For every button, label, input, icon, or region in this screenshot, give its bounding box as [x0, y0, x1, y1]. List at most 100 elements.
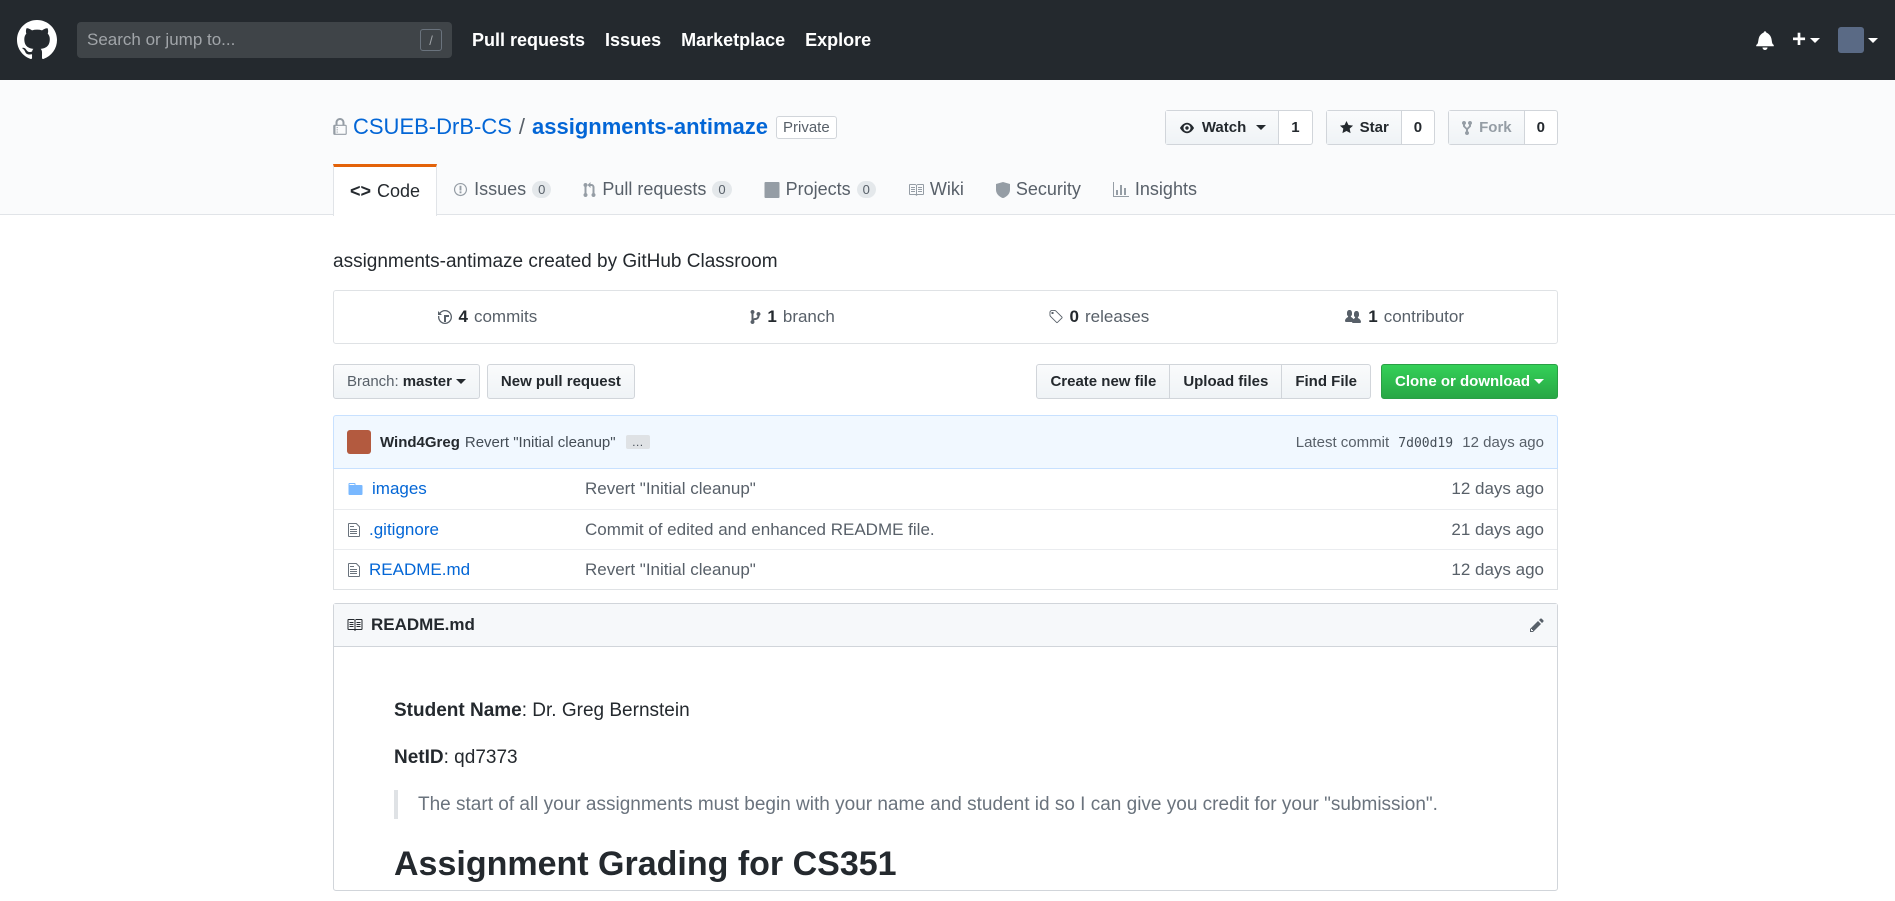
student-name-value: : Dr. Greg Bernstein	[521, 700, 690, 721]
tab-code-label: Code	[377, 181, 421, 201]
file-name-link[interactable]: README.md	[369, 560, 470, 580]
tab-security-label: Security	[1015, 179, 1081, 199]
repo-description: assignments-antimaze created by GitHub C…	[333, 251, 778, 272]
branch-prefix: Branch:	[347, 373, 399, 390]
nav-marketplace[interactable]: Marketplace	[681, 30, 785, 51]
readme-blockquote: The start of all your assignments must b…	[394, 790, 1497, 820]
pull-request-icon	[583, 181, 596, 197]
nav-issues[interactable]: Issues	[605, 30, 661, 51]
numbers-summary: 4 commits 1 branch 0 releases 1 contribu…	[333, 290, 1558, 344]
github-logo-icon[interactable]	[17, 20, 57, 60]
avatar[interactable]	[347, 430, 371, 454]
file-navigation: Branch: master New pull request Create n…	[333, 364, 1558, 399]
branch-icon	[750, 310, 761, 324]
tab-insights[interactable]: Insights	[1097, 164, 1213, 215]
watch-button[interactable]: Watch	[1165, 111, 1280, 144]
commits-label: commits	[473, 307, 538, 326]
branch-select-button[interactable]: Branch: master	[333, 364, 480, 399]
tab-wiki[interactable]: Wiki	[892, 164, 980, 215]
file-name-link[interactable]: .gitignore	[369, 520, 439, 540]
file-actions: Create new file Upload files Find File	[1036, 364, 1371, 399]
projects-count-badge: 0	[856, 181, 876, 198]
tab-projects[interactable]: Projects 0	[748, 164, 892, 215]
tab-pull-requests-label: Pull requests	[602, 179, 707, 199]
new-menu-button[interactable]: +	[1792, 26, 1820, 54]
star-count[interactable]: 0	[1402, 111, 1434, 144]
chevron-down-icon	[1534, 379, 1544, 384]
pencil-icon[interactable]	[1529, 617, 1545, 633]
avatar	[1838, 27, 1864, 53]
latest-commit-info: Latest commit 7d00d19 12 days ago	[1296, 434, 1544, 451]
star-button-group: Star 0	[1325, 110, 1436, 145]
file-icon	[348, 562, 360, 577]
file-commit-message[interactable]: Revert "Initial cleanup"	[585, 560, 1451, 580]
new-pull-request-button[interactable]: New pull request	[486, 364, 635, 399]
watch-label: Watch	[1201, 119, 1247, 136]
contributor-count: 1	[1368, 307, 1378, 326]
chevron-down-icon	[455, 379, 466, 384]
repo-owner-link[interactable]: CSUEB-DrB-CS	[353, 114, 512, 140]
repo-name-link[interactable]: assignments-antimaze	[532, 114, 768, 140]
file-icon	[348, 522, 360, 537]
nav-pull-requests[interactable]: Pull requests	[472, 30, 585, 51]
file-age: 21 days ago	[1451, 519, 1544, 539]
chevron-down-icon	[1810, 38, 1820, 44]
contributors-link[interactable]: 1 contributor	[1251, 291, 1557, 343]
shield-icon	[995, 181, 1010, 198]
search-input[interactable]: Search or jump to... /	[77, 22, 452, 58]
tab-security[interactable]: Security	[980, 164, 1097, 215]
star-button[interactable]: Star	[1326, 111, 1402, 144]
commits-link[interactable]: 4 commits	[334, 291, 640, 343]
clone-label: Clone or download	[1395, 373, 1530, 390]
tab-code[interactable]: <> Code	[333, 164, 438, 216]
tab-pull-requests[interactable]: Pull requests 0	[567, 164, 747, 215]
chevron-down-icon	[1868, 37, 1878, 43]
repo-title: CSUEB-DrB-CS / assignments-antimaze Priv…	[333, 114, 837, 140]
fork-button[interactable]: Fork	[1449, 111, 1525, 144]
star-icon	[1339, 120, 1353, 134]
student-name-line: Student Name: Dr. Greg Bernstein	[394, 697, 1497, 726]
search-placeholder: Search or jump to...	[87, 30, 236, 49]
repo-header: CSUEB-DrB-CS / assignments-antimaze Priv…	[0, 80, 1895, 216]
nav-explore[interactable]: Explore	[805, 30, 871, 51]
bell-icon[interactable]	[1756, 30, 1774, 50]
list-item: .gitignore Commit of edited and enhanced…	[334, 509, 1557, 549]
branch-label: branch	[782, 307, 835, 326]
file-commit-message[interactable]: Revert "Initial cleanup"	[585, 479, 1451, 499]
readme-title: README.md	[371, 615, 475, 634]
find-file-button[interactable]: Find File	[1281, 364, 1371, 399]
commit-expand-button[interactable]: …	[625, 435, 650, 449]
releases-count: 0	[1069, 307, 1079, 326]
readme-panel: README.md Student Name: Dr. Greg Bernste…	[333, 603, 1558, 892]
slash-shortcut-hint: /	[420, 29, 442, 51]
top-nav: Pull requests Issues Marketplace Explore	[472, 30, 891, 51]
graph-icon	[1112, 181, 1129, 197]
branches-link[interactable]: 1 branch	[640, 291, 946, 343]
file-commit-message[interactable]: Commit of edited and enhanced README fil…	[585, 520, 1451, 540]
fork-icon	[1462, 120, 1473, 135]
fork-count[interactable]: 0	[1525, 111, 1557, 144]
commit-author-link[interactable]: Wind4Greg	[380, 434, 460, 451]
user-menu-button[interactable]	[1838, 27, 1878, 53]
clone-or-download-button[interactable]: Clone or download	[1381, 364, 1558, 399]
code-icon: <>	[350, 181, 372, 201]
contributor-label: contributor	[1383, 307, 1465, 326]
commit-message-link[interactable]: Revert "Initial cleanup"	[465, 434, 616, 451]
branch-name: master	[402, 373, 452, 390]
book-icon	[347, 619, 363, 631]
upload-files-button[interactable]: Upload files	[1169, 364, 1283, 399]
file-name-link[interactable]: images	[372, 479, 427, 499]
create-new-file-button[interactable]: Create new file	[1036, 364, 1171, 399]
commit-sha-link[interactable]: 7d00d19	[1398, 436, 1453, 451]
tab-issues[interactable]: Issues 0	[437, 164, 567, 215]
fork-label: Fork	[1479, 119, 1512, 136]
readme-heading: Assignment Grading for CS351	[394, 845, 897, 884]
repo-actions: Watch 1 Star 0 Fork 0	[1164, 110, 1558, 145]
folder-icon	[348, 483, 363, 495]
releases-link[interactable]: 0 releases	[946, 291, 1252, 343]
file-age: 12 days ago	[1451, 479, 1544, 498]
student-name-label: Student Name	[394, 700, 522, 721]
watch-count[interactable]: 1	[1279, 111, 1311, 144]
repo-tabs: <> Code Issues 0 Pull requests 0 Project…	[333, 164, 1213, 216]
project-icon	[764, 181, 780, 198]
